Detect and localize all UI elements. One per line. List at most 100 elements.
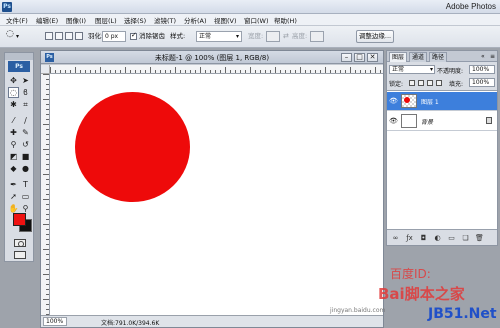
- link-layers-icon[interactable]: ∞: [391, 234, 400, 243]
- add-selection-icon[interactable]: [55, 32, 63, 40]
- antialias-checkbox[interactable]: [130, 31, 137, 40]
- shape-tool-icon[interactable]: ▭: [20, 191, 31, 202]
- red-circle-shape[interactable]: [75, 92, 190, 202]
- visibility-eye-icon[interactable]: 👁: [389, 97, 398, 106]
- brush-tool-icon[interactable]: ✎: [20, 127, 31, 138]
- dodge-tool-icon[interactable]: ●: [20, 163, 31, 174]
- lock-pixels-icon[interactable]: [418, 80, 424, 86]
- ruler-tick: [46, 309, 49, 310]
- close-icon[interactable]: ✕: [367, 53, 378, 62]
- layer-row-background[interactable]: 👁 背景: [387, 112, 497, 131]
- ruler-tick: [43, 149, 49, 150]
- minimize-icon[interactable]: –: [341, 53, 352, 62]
- ruler-tick: [46, 179, 49, 180]
- clone-stamp-tool-icon[interactable]: ⚲: [8, 139, 19, 150]
- ps-badge: Ps: [8, 61, 30, 72]
- ruler-tick: [60, 70, 61, 73]
- gradient-tool-icon[interactable]: ■: [20, 151, 31, 162]
- quick-mask-icon[interactable]: [14, 239, 26, 247]
- chevron-down-icon: ▾: [429, 66, 433, 73]
- ruler-tick: [46, 119, 49, 120]
- marquee-tool-icon[interactable]: ◌: [8, 87, 19, 98]
- menu-file[interactable]: 文件(F): [6, 15, 28, 25]
- horizontal-ruler[interactable]: [50, 65, 383, 74]
- swap-icon[interactable]: ⇄: [283, 31, 289, 42]
- layer-row-layer-1[interactable]: 👁 图层 1: [387, 92, 497, 111]
- width-input[interactable]: [266, 31, 280, 42]
- layer-style-icon[interactable]: ƒx: [405, 234, 414, 243]
- feather-input[interactable]: 0 px: [102, 31, 126, 42]
- document-titlebar[interactable]: Ps 未标题-1 @ 100% (图层 1, RGB/8) – □ ✕: [41, 51, 383, 64]
- ruler-tick: [200, 67, 201, 73]
- style-select[interactable]: 正常 ▾: [196, 31, 242, 42]
- menu-filter[interactable]: 滤镜(T): [154, 15, 176, 25]
- tab-paths[interactable]: 路径: [429, 52, 448, 62]
- menu-view[interactable]: 视图(V): [214, 15, 237, 25]
- tools-panel: Ps ✥ ➤ ◌ ϐ ✱ ⌗ ⁄ ∕ ✚ ✎ ⚲ ↺ ◩ ■ ◆ ● ✒ T ➚…: [4, 52, 34, 262]
- menu-layer[interactable]: 图层(L): [95, 15, 117, 25]
- document-info[interactable]: 文档:791.0K/394.6K: [101, 318, 159, 327]
- ruler-tick: [46, 79, 49, 80]
- path-selection-tool-icon[interactable]: ➚: [8, 191, 19, 202]
- zoom-level-input[interactable]: 100%: [43, 317, 67, 326]
- menu-analysis[interactable]: 分析(A): [184, 15, 207, 25]
- ruler-tick: [350, 67, 351, 73]
- menu-edit[interactable]: 编辑(E): [36, 15, 58, 25]
- ellipse-marquee-icon[interactable]: ◌: [6, 29, 14, 40]
- menu-select[interactable]: 选择(S): [124, 15, 146, 25]
- refine-edge-button[interactable]: 调整边缘...: [356, 30, 394, 43]
- panel-menu-icon[interactable]: ≡: [490, 52, 495, 61]
- ruler-tick: [185, 70, 186, 73]
- lock-transparency-icon[interactable]: [409, 80, 415, 86]
- tools-panel-header[interactable]: [5, 53, 33, 60]
- ruler-tick: [250, 67, 251, 73]
- crop-tool-icon[interactable]: ⌗: [20, 99, 31, 110]
- ruler-tick: [43, 99, 49, 100]
- slice-tool-icon[interactable]: ∕: [20, 115, 31, 126]
- adjustment-layer-icon[interactable]: ◐: [433, 234, 442, 243]
- pen-tool-icon[interactable]: ✒: [8, 179, 19, 190]
- eraser-tool-icon[interactable]: ◩: [8, 151, 19, 162]
- eyedropper-tool-icon[interactable]: ⁄: [8, 115, 19, 126]
- move-tool-icon[interactable]: ✥: [8, 75, 19, 86]
- blend-mode-select[interactable]: 正常 ▾: [389, 65, 435, 74]
- canvas[interactable]: [50, 74, 383, 315]
- menu-image[interactable]: 图像(I): [66, 15, 86, 25]
- height-input[interactable]: [310, 31, 324, 42]
- delete-layer-icon[interactable]: 🗑: [475, 234, 484, 243]
- lock-position-icon[interactable]: [427, 80, 433, 86]
- path-arrow-icon[interactable]: ➤: [20, 75, 31, 86]
- fill-input[interactable]: 100%: [469, 78, 495, 87]
- lasso-tool-icon[interactable]: ϐ: [20, 87, 31, 98]
- foreground-color-swatch[interactable]: [13, 213, 26, 226]
- new-layer-icon[interactable]: ❏: [461, 234, 470, 243]
- group-icon[interactable]: ▭: [447, 234, 456, 243]
- healing-brush-tool-icon[interactable]: ✚: [8, 127, 19, 138]
- maximize-icon[interactable]: □: [354, 53, 365, 62]
- ruler-tick: [70, 70, 71, 73]
- menu-help[interactable]: 帮助(H): [274, 15, 297, 25]
- tab-layers[interactable]: 图层: [389, 52, 408, 62]
- new-selection-icon[interactable]: [45, 32, 53, 40]
- ruler-origin[interactable]: [41, 65, 50, 74]
- tool-preset-dropdown-icon[interactable]: ▾: [16, 31, 19, 42]
- history-brush-tool-icon[interactable]: ↺: [20, 139, 31, 150]
- blur-tool-icon[interactable]: ◆: [8, 163, 19, 174]
- opacity-input[interactable]: 100%: [469, 65, 495, 74]
- magic-wand-tool-icon[interactable]: ✱: [8, 99, 19, 110]
- tab-channels[interactable]: 通道: [409, 52, 428, 62]
- intersect-selection-icon[interactable]: [75, 32, 83, 40]
- subtract-selection-icon[interactable]: [65, 32, 73, 40]
- vertical-ruler[interactable]: [41, 74, 50, 315]
- type-tool-icon[interactable]: T: [20, 179, 31, 190]
- collapse-icon[interactable]: «: [481, 52, 485, 61]
- menu-window[interactable]: 窗口(W): [244, 15, 269, 25]
- ruler-tick: [355, 70, 356, 73]
- ruler-tick: [370, 70, 371, 73]
- visibility-eye-icon[interactable]: 👁: [389, 117, 398, 126]
- ruler-tick: [195, 70, 196, 73]
- ruler-tick: [46, 259, 49, 260]
- screen-mode-icon[interactable]: [14, 251, 26, 259]
- layer-mask-icon[interactable]: ◘: [419, 234, 428, 243]
- lock-all-icon[interactable]: [436, 80, 442, 86]
